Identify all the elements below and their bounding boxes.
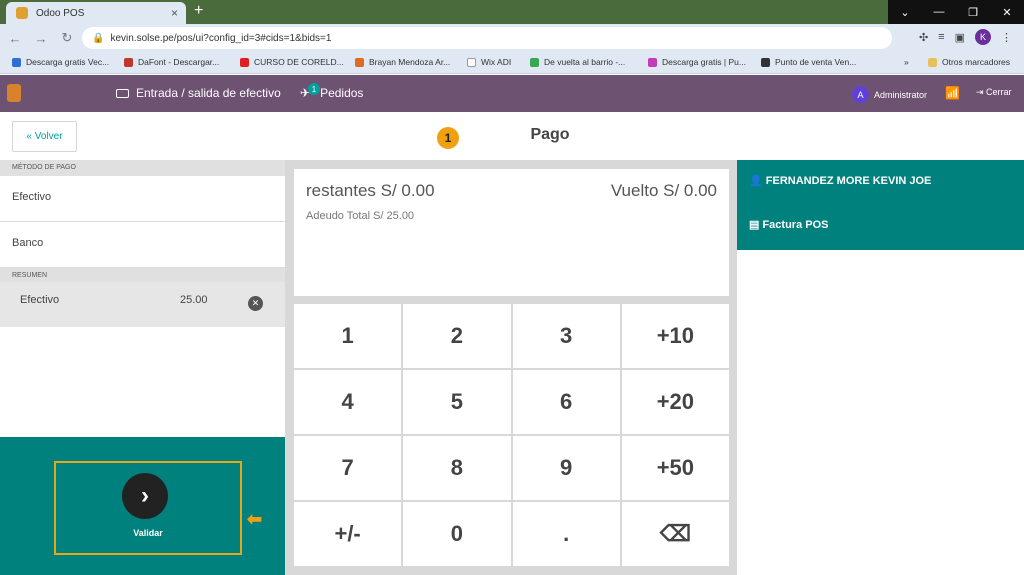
bookmark-item[interactable]: Brayan Mendoza Ar... <box>355 57 450 67</box>
window-close-icon[interactable]: ✕ <box>990 0 1024 24</box>
payment-line-amount: 25.00 <box>180 294 208 306</box>
remaining-amount: restantes S/ 0.00 <box>306 181 435 200</box>
user-icon: 👤 <box>749 175 766 187</box>
numpad-key-2[interactable]: 2 <box>403 304 511 368</box>
payment-header: « Volver 1 Pago <box>0 112 1024 160</box>
customer-panel: 👤 FERNANDEZ MORE KEVIN JOE ▤ Factura POS <box>737 160 1024 575</box>
payment-line[interactable]: Efectivo 25.00 ✕ <box>0 282 285 327</box>
money-icon <box>116 88 129 98</box>
restore-icon[interactable]: ❐ <box>956 0 990 24</box>
numpad-key-9[interactable]: 9 <box>512 436 620 500</box>
tab-close-icon[interactable]: × <box>171 6 178 20</box>
customer-name: FERNANDEZ MORE KEVIN JOE <box>765 175 932 187</box>
cash-in-out-label: Entrada / salida de efectivo <box>136 86 281 100</box>
bookmark-item[interactable]: De vuelta al barrio -... <box>530 57 625 67</box>
chevron-right-icon: › <box>122 473 168 519</box>
connection-status-icon: 📶 <box>945 86 960 100</box>
page-title: Pago <box>530 126 570 143</box>
logout-icon: ⇥ <box>976 87 987 97</box>
backspace-icon[interactable]: ⌫ <box>621 502 729 566</box>
payment-methods-panel: MÉTODO DE PAGO Efectivo Banco RESUMEN Ef… <box>0 160 285 575</box>
close-session-button[interactable]: ⇥ Cerrar <box>976 87 1012 98</box>
tab-title: Odoo POS <box>36 7 85 19</box>
numpad-key-plus-10[interactable]: +10 <box>621 304 729 368</box>
bookmark-item[interactable]: Wix ADI <box>467 57 511 67</box>
customer-button[interactable]: 👤 FERNANDEZ MORE KEVIN JOE <box>749 174 931 187</box>
numpad-key-plus-50[interactable]: +50 <box>621 436 729 500</box>
validate-button[interactable]: › Validar <box>54 461 242 555</box>
address-bar[interactable]: 🔒 kevin.solse.pe/pos/ui?config_id=3#cids… <box>82 27 892 49</box>
payment-method-bank[interactable]: Banco <box>0 222 285 268</box>
odoo-favicon-icon <box>16 7 28 19</box>
orders-label: Pedidos <box>320 86 364 100</box>
bookmark-item[interactable]: CURSO DE CORELD... <box>240 57 344 67</box>
pos-app-bar: Entrada / salida de efectivo ✈ Pedidos 1… <box>0 75 1024 112</box>
bookmarks-bar: Descarga gratis Vec... DaFont - Descarga… <box>0 52 1024 74</box>
bookmark-item[interactable]: Descarga gratis | Pu... <box>648 57 746 67</box>
extensions-icon[interactable]: ✣ <box>919 31 928 44</box>
bookmark-item[interactable]: DaFont - Descargar... <box>124 57 219 67</box>
bookmark-item[interactable]: Descarga gratis Vec... <box>12 57 109 67</box>
browser-tab-strip: Odoo POS × + ⌄ — ❐ ✕ <box>0 0 1024 24</box>
numpad-key-8[interactable]: 8 <box>403 436 511 500</box>
invoice-icon: ▤ <box>749 219 763 231</box>
window-controls: ⌄ — ❐ ✕ <box>888 0 1024 24</box>
odoo-logo-icon <box>7 84 21 102</box>
payment-method-cash[interactable]: Efectivo <box>0 176 285 222</box>
numpad: 1 2 3 +10 4 5 6 +20 7 8 9 +50 +/- 0 . ⌫ <box>294 304 729 566</box>
customer-box: 👤 FERNANDEZ MORE KEVIN JOE ▤ Factura POS <box>737 160 1024 250</box>
bookmark-item[interactable]: Punto de venta Ven... <box>761 57 856 67</box>
tab-search-icon[interactable]: ⌄ <box>888 0 922 24</box>
side-panel-icon[interactable]: ▣ <box>955 31 965 44</box>
change-amount: Vuelto S/ 0.00 <box>610 181 717 200</box>
numpad-key-decimal[interactable]: . <box>512 502 620 566</box>
minimize-icon[interactable]: — <box>922 0 956 24</box>
numpad-key-5[interactable]: 5 <box>403 370 511 434</box>
back-button[interactable]: « Volver <box>12 121 77 152</box>
lock-icon: 🔒 <box>92 32 105 44</box>
total-due: Adeudo Total S/ 25.00 <box>306 210 415 222</box>
numpad-key-1[interactable]: 1 <box>294 304 402 368</box>
browser-tab[interactable]: Odoo POS × <box>6 2 186 24</box>
numpad-key-0[interactable]: 0 <box>403 502 511 566</box>
numpad-key-4[interactable]: 4 <box>294 370 402 434</box>
bookmarks-overflow-icon[interactable]: » <box>904 57 909 67</box>
numpad-key-7[interactable]: 7 <box>294 436 402 500</box>
extension-icons: ✣ ≡ ▣ K ⋮ <box>919 29 1012 45</box>
validate-area: › Validar ⬅ <box>0 437 285 575</box>
menu-icon[interactable]: ⋮ <box>1001 31 1012 44</box>
reload-icon[interactable]: ↻ <box>56 30 78 46</box>
numpad-key-plus-20[interactable]: +20 <box>621 370 729 434</box>
invoice-label: Factura POS <box>762 219 829 231</box>
payment-screen: MÉTODO DE PAGO Efectivo Banco RESUMEN Ef… <box>0 160 1024 575</box>
arrow-left-icon: ⬅ <box>247 509 263 529</box>
user-avatar: A <box>852 86 869 103</box>
step-badge: 1 <box>437 127 459 149</box>
forward-arrow-icon[interactable]: → <box>30 31 52 46</box>
user-name: Administrator <box>874 89 928 100</box>
payment-methods-heading: MÉTODO DE PAGO <box>0 160 285 176</box>
close-label: Cerrar <box>986 87 1012 97</box>
validate-label: Validar <box>133 528 163 538</box>
payment-status: restantes S/ 0.00 Vuelto S/ 0.00 Adeudo … <box>294 169 729 296</box>
other-bookmarks[interactable]: Otros marcadores <box>928 57 1010 67</box>
numpad-key-sign[interactable]: +/- <box>294 502 402 566</box>
numpad-key-6[interactable]: 6 <box>512 370 620 434</box>
user-menu[interactable]: A Administrator <box>852 86 927 103</box>
orders-count-badge: 1 <box>308 83 320 95</box>
remove-payment-icon[interactable]: ✕ <box>248 296 263 311</box>
back-arrow-icon[interactable]: ← <box>4 31 26 46</box>
cash-in-out-button[interactable]: Entrada / salida de efectivo <box>116 86 281 100</box>
browser-toolbar: ← → ↻ 🔒 kevin.solse.pe/pos/ui?config_id=… <box>0 24 1024 52</box>
payment-line-method: Efectivo <box>20 294 60 306</box>
invoice-button[interactable]: ▤ Factura POS <box>749 218 828 231</box>
numpad-key-3[interactable]: 3 <box>512 304 620 368</box>
url-text: kevin.solse.pe/pos/ui?config_id=3#cids=1… <box>110 32 332 44</box>
reading-list-icon[interactable]: ≡ <box>938 31 944 43</box>
profile-avatar[interactable]: K <box>975 29 991 45</box>
new-tab-icon[interactable]: + <box>194 2 203 20</box>
